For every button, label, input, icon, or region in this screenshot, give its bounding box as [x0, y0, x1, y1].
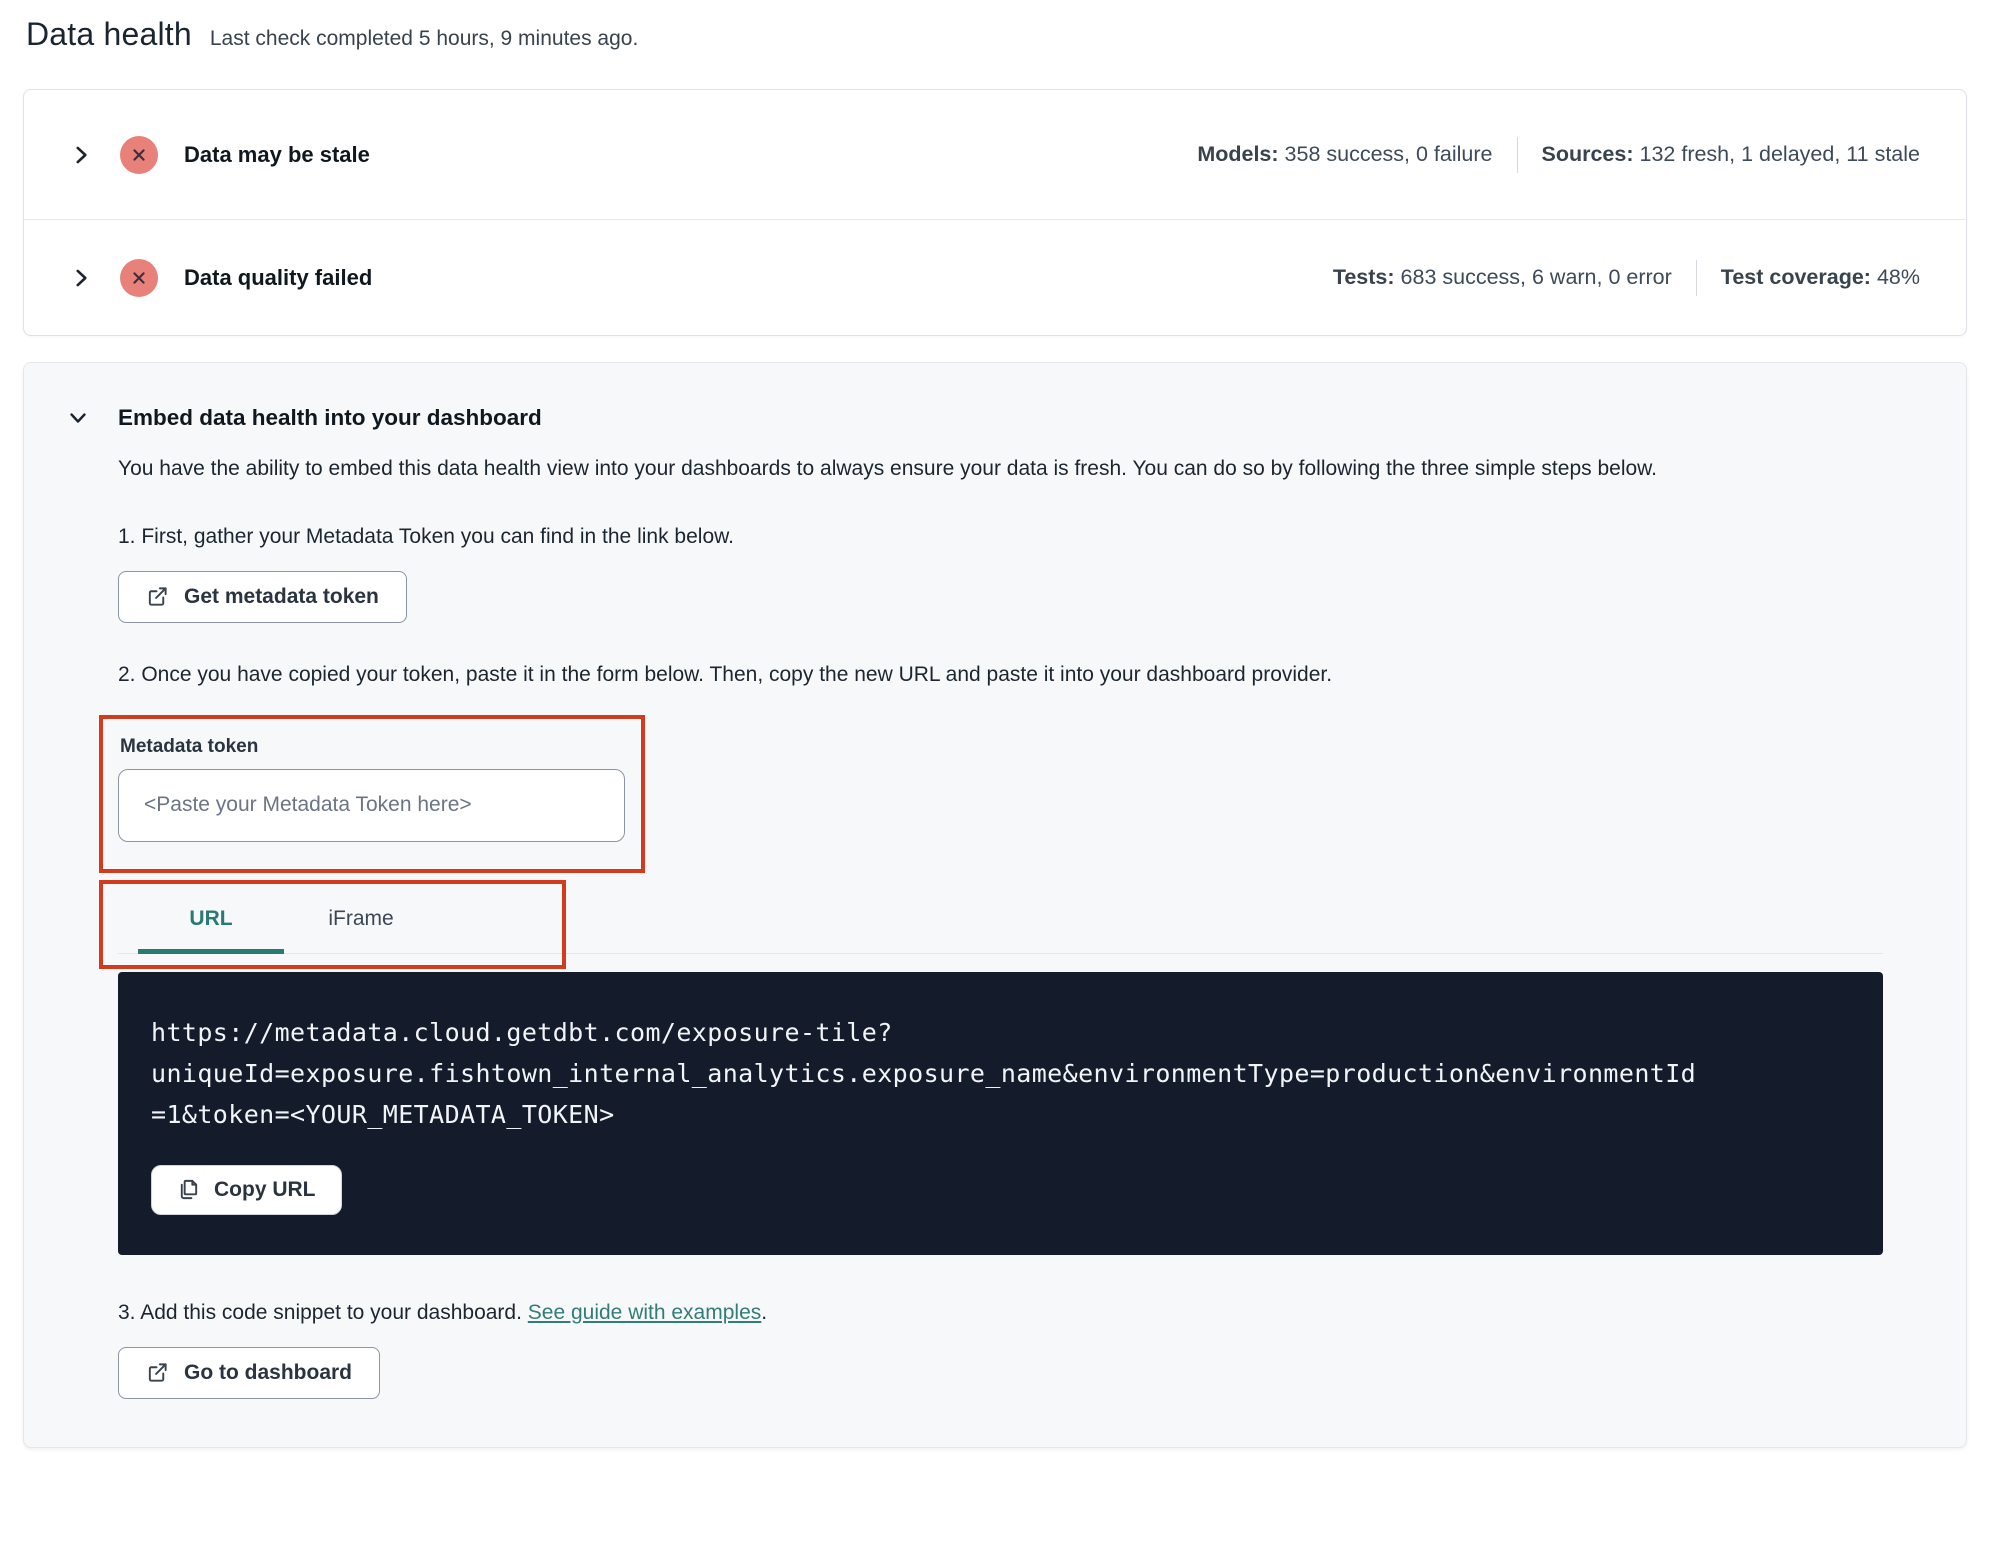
metadata-token-highlight-box: Metadata token	[99, 714, 645, 873]
step1-text: 1. First, gather your Metadata Token you…	[118, 524, 734, 548]
tests-stat: Tests: 683 success, 6 warn, 0 error	[1333, 265, 1672, 290]
chevron-down-icon[interactable]	[66, 406, 90, 430]
panel-stats: Tests: 683 success, 6 warn, 0 error Test…	[1333, 259, 1920, 296]
test-coverage-stat-label: Test coverage:	[1720, 265, 1871, 289]
output-tabs: URL iFrame	[118, 889, 1883, 954]
chevron-right-icon[interactable]	[68, 265, 94, 291]
step3-text-before-link: 3. Add this code snippet to your dashboa…	[118, 1300, 528, 1324]
step2-text: 2. Once you have copied your token, past…	[118, 662, 1333, 686]
step3-text: 3. Add this code snippet to your dashboa…	[118, 1301, 1902, 1325]
models-stat-value: 358 success, 0 failure	[1284, 142, 1493, 166]
get-metadata-token-label: Get metadata token	[184, 584, 379, 608]
go-to-dashboard-label: Go to dashboard	[184, 1360, 352, 1384]
page-title: Data health	[26, 16, 192, 52]
embed-url-line: uniqueId=exposure.fishtown_internal_anal…	[151, 1058, 1697, 1088]
data-health-page: Data health Last check completed 5 hours…	[0, 0, 1990, 1568]
copy-icon	[180, 1180, 198, 1200]
stats-divider	[1516, 136, 1518, 173]
embed-section-title: Embed data health into your dashboard	[118, 405, 542, 430]
status-panels: Data may be stale Models: 358 success, 0…	[23, 89, 1967, 336]
output-tabs-area: URL iFrame	[99, 879, 1902, 969]
see-guide-link[interactable]: See guide with examples	[528, 1301, 761, 1324]
panel-title: Data quality failed	[184, 264, 373, 290]
stats-divider	[1695, 259, 1697, 296]
embed-section: Embed data health into your dashboard Yo…	[23, 362, 1967, 1448]
panel-left: Data quality failed	[68, 258, 373, 297]
embed-url-line: https://metadata.cloud.getdbt.com/exposu…	[151, 1017, 893, 1047]
panel-stats: Models: 358 success, 0 failure Sources: …	[1197, 136, 1921, 173]
error-circle-icon	[120, 135, 158, 174]
embed-url-code-block: https://metadata.cloud.getdbt.com/exposu…	[118, 971, 1883, 1255]
embed-section-header[interactable]: Embed data health into your dashboard	[66, 405, 1902, 431]
chevron-right-icon[interactable]	[68, 142, 94, 168]
test-coverage-stat-value: 48%	[1876, 265, 1920, 289]
tests-stat-value: 683 success, 6 warn, 0 error	[1400, 265, 1672, 289]
page-header: Data health Last check completed 5 hours…	[0, 0, 1990, 53]
embed-url-line: =1&token=<YOUR_METADATA_TOKEN>	[151, 1099, 615, 1129]
metadata-token-input[interactable]	[118, 768, 625, 842]
panel-data-quality-failed[interactable]: Data quality failed Tests: 683 success, …	[24, 219, 1966, 335]
external-link-icon	[148, 1363, 167, 1383]
sources-stat-value: 132 fresh, 1 delayed, 11 stale	[1639, 142, 1921, 166]
external-link-icon	[148, 587, 167, 607]
tests-stat-label: Tests:	[1332, 265, 1395, 289]
embed-section-body: You have the ability to embed this data …	[99, 453, 1902, 1399]
embed-description: You have the ability to embed this data …	[118, 457, 1657, 480]
tab-iframe[interactable]: iFrame	[286, 889, 436, 953]
models-stat: Models: 358 success, 0 failure	[1197, 142, 1492, 167]
sources-stat: Sources: 132 fresh, 1 delayed, 11 stale	[1542, 142, 1921, 167]
metadata-token-label: Metadata token	[120, 735, 259, 757]
go-to-dashboard-button[interactable]: Go to dashboard	[118, 1346, 380, 1399]
panel-data-may-be-stale[interactable]: Data may be stale Models: 358 success, 0…	[24, 90, 1966, 219]
sources-stat-label: Sources:	[1541, 142, 1634, 166]
error-circle-icon	[120, 258, 158, 297]
copy-url-label: Copy URL	[214, 1177, 316, 1201]
last-check-status: Last check completed 5 hours, 9 minutes …	[209, 27, 639, 50]
tab-url[interactable]: URL	[136, 889, 286, 954]
models-stat-label: Models:	[1197, 142, 1279, 166]
test-coverage-stat: Test coverage: 48%	[1721, 265, 1920, 290]
panel-title: Data may be stale	[184, 141, 370, 167]
step3-text-after-link: .	[761, 1300, 768, 1324]
copy-url-button[interactable]: Copy URL	[151, 1164, 342, 1215]
get-metadata-token-button[interactable]: Get metadata token	[118, 570, 407, 623]
panel-left: Data may be stale	[68, 135, 370, 174]
